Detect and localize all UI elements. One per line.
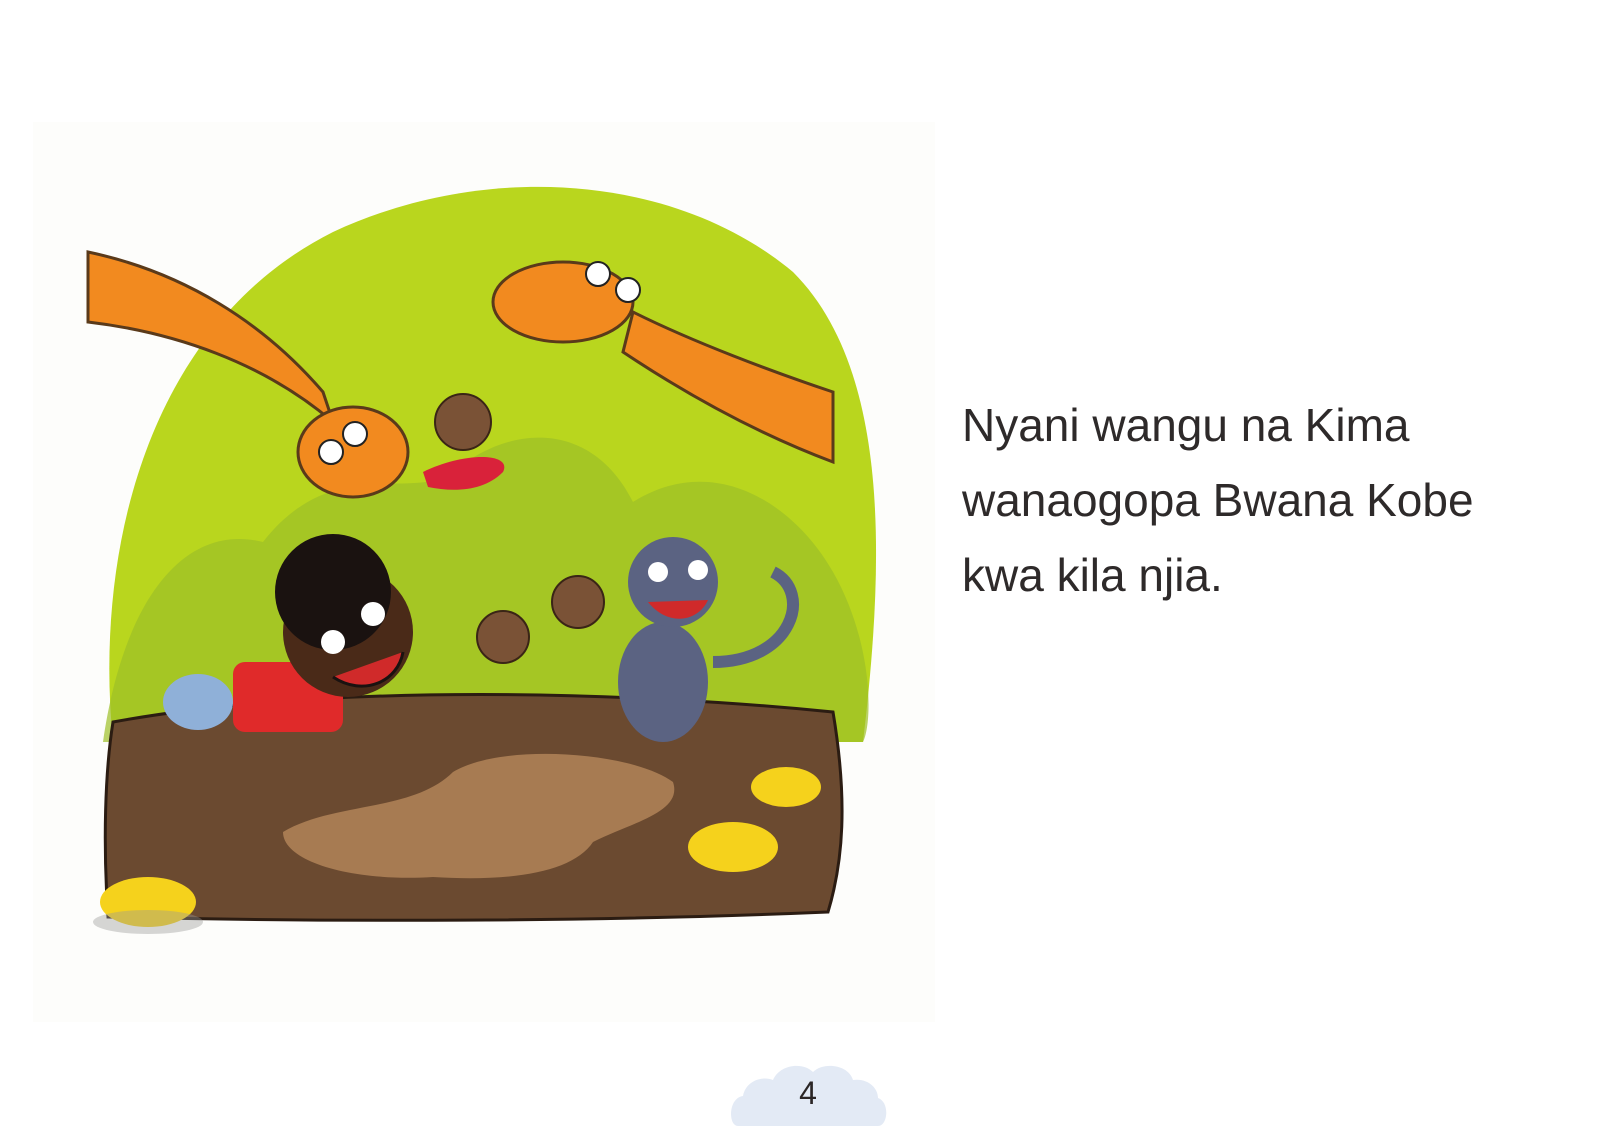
- story-line: kwa kila njia.: [962, 549, 1223, 601]
- page-number: 4: [799, 1075, 817, 1111]
- story-line: wanaogopa Bwana Kobe: [962, 474, 1474, 526]
- yellow-flower: [751, 767, 821, 807]
- yellow-flower: [688, 822, 778, 872]
- story-line: Nyani wangu na Kima: [962, 399, 1410, 451]
- story-illustration: [33, 122, 935, 1022]
- story-text: Nyani wangu na Kima wanaogopa Bwana Kobe…: [962, 388, 1582, 613]
- mud-ball: [476, 610, 530, 664]
- mud-ball: [551, 575, 605, 629]
- mud-ball: [434, 393, 492, 451]
